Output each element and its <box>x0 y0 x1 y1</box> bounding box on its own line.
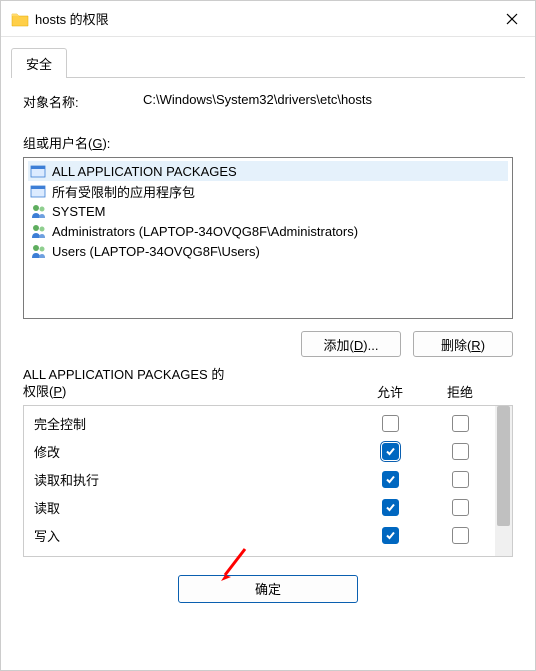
group-buttons-row: 添加(D)... 删除(R) <box>23 331 513 357</box>
deny-cell <box>425 415 495 432</box>
folder-icon <box>11 11 29 27</box>
permissions-list: 完全控制修改读取和执行读取写入 <box>24 406 495 556</box>
deny-checkbox[interactable] <box>452 415 469 432</box>
permission-row: 写入 <box>24 522 495 550</box>
deny-checkbox[interactable] <box>452 443 469 460</box>
group-item[interactable]: Administrators (LAPTOP-34OVQG8F\Administ… <box>28 221 508 241</box>
ok-button[interactable]: 确定 <box>178 575 358 603</box>
group-item-label: 所有受限制的应用程序包 <box>52 182 195 201</box>
permissions-dialog: hosts 的权限 安全 对象名称: C:\Windows\System32\d… <box>0 0 536 671</box>
permission-name: 完全控制 <box>34 414 355 433</box>
allow-checkbox[interactable] <box>382 499 399 516</box>
allow-cell <box>355 527 425 544</box>
group-item-label: Administrators (LAPTOP-34OVQG8F\Administ… <box>52 224 358 239</box>
users-icon <box>30 223 48 239</box>
permission-row: 完全控制 <box>24 410 495 438</box>
allow-cell <box>355 471 425 488</box>
package-icon <box>30 183 48 199</box>
permission-name: 修改 <box>34 442 355 461</box>
group-item-label: SYSTEM <box>52 204 105 219</box>
scrollbar-thumb[interactable] <box>497 406 510 526</box>
deny-cell <box>425 527 495 544</box>
permission-row: 读取和执行 <box>24 466 495 494</box>
titlebar: hosts 的权限 <box>1 1 535 37</box>
add-button[interactable]: 添加(D)... <box>301 331 401 357</box>
group-item[interactable]: ALL APPLICATION PACKAGES <box>28 161 508 181</box>
dialog-buttons-row: 确定 <box>23 557 513 613</box>
deny-cell <box>425 471 495 488</box>
close-icon <box>506 13 518 25</box>
deny-checkbox[interactable] <box>452 527 469 544</box>
allow-checkbox[interactable] <box>382 443 399 460</box>
allow-cell <box>355 443 425 460</box>
permission-name: 写入 <box>34 526 355 545</box>
group-item[interactable]: Users (LAPTOP-34OVQG8F\Users) <box>28 241 508 261</box>
remove-button[interactable]: 删除(R) <box>413 331 513 357</box>
permission-name: 读取 <box>34 498 355 517</box>
tabs-container: 安全 <box>1 37 535 78</box>
deny-checkbox[interactable] <box>452 471 469 488</box>
permission-name: 读取和执行 <box>34 470 355 489</box>
tabs: 安全 <box>11 47 525 78</box>
permission-row: 修改 <box>24 438 495 466</box>
permissions-area: 完全控制修改读取和执行读取写入 <box>23 405 513 557</box>
window-title: hosts 的权限 <box>35 9 489 28</box>
deny-column-header: 拒绝 <box>425 382 495 401</box>
group-item-label: Users (LAPTOP-34OVQG8F\Users) <box>52 244 260 259</box>
close-button[interactable] <box>489 1 535 37</box>
users-icon <box>30 203 48 219</box>
permissions-title: ALL APPLICATION PACKAGES 的 权限(P) <box>23 367 355 401</box>
groups-listbox[interactable]: ALL APPLICATION PACKAGES 所有受限制的应用程序包 SYSTE… <box>23 157 513 319</box>
group-item-label: ALL APPLICATION PACKAGES <box>52 164 237 179</box>
deny-checkbox[interactable] <box>452 499 469 516</box>
groups-label: 组或用户名(G): <box>23 133 513 152</box>
allow-checkbox[interactable] <box>382 471 399 488</box>
deny-cell <box>425 499 495 516</box>
object-row: 对象名称: C:\Windows\System32\drivers\etc\ho… <box>23 92 513 111</box>
users-icon <box>30 243 48 259</box>
package-icon <box>30 163 48 179</box>
object-value: C:\Windows\System32\drivers\etc\hosts <box>143 92 513 111</box>
allow-checkbox[interactable] <box>382 527 399 544</box>
allow-cell <box>355 499 425 516</box>
object-label: 对象名称: <box>23 92 143 111</box>
permission-row: 读取 <box>24 494 495 522</box>
group-item[interactable]: SYSTEM <box>28 201 508 221</box>
scrollbar[interactable] <box>495 406 512 556</box>
content-area: 对象名称: C:\Windows\System32\drivers\etc\ho… <box>1 78 535 670</box>
allow-cell <box>355 415 425 432</box>
permissions-header: ALL APPLICATION PACKAGES 的 权限(P) 允许 拒绝 <box>23 367 513 401</box>
allow-column-header: 允许 <box>355 382 425 401</box>
deny-cell <box>425 443 495 460</box>
tab-security[interactable]: 安全 <box>11 48 67 78</box>
allow-checkbox[interactable] <box>382 415 399 432</box>
group-item[interactable]: 所有受限制的应用程序包 <box>28 181 508 201</box>
